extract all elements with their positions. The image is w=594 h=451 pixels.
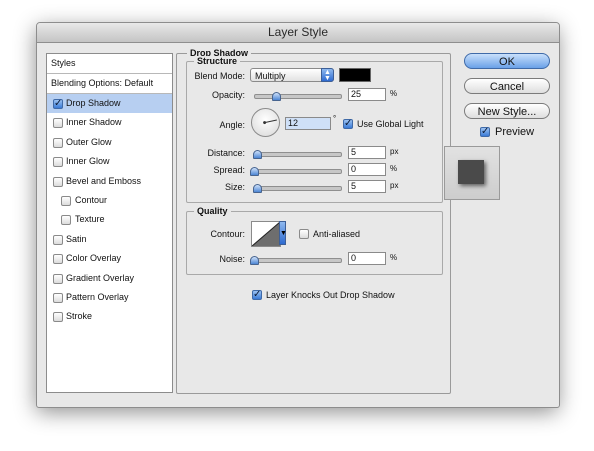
noise-unit: %	[390, 253, 398, 262]
size-unit: px	[390, 181, 399, 190]
style-item-label: Pattern Overlay	[66, 291, 129, 302]
style-item-bevel-and-emboss[interactable]: Bevel and Emboss	[47, 172, 172, 191]
style-item-label: Contour	[75, 194, 108, 205]
blend-mode-value: Multiply	[255, 71, 286, 81]
style-item-label: Satin	[66, 233, 87, 244]
size-label: Size:	[224, 182, 245, 192]
style-item-gradient-overlay[interactable]: Gradient Overlay	[47, 269, 172, 288]
preview-checkbox[interactable]: ✓	[480, 127, 490, 137]
select-arrows-icon: ▲ ▼	[321, 68, 334, 82]
spread-unit: %	[390, 164, 398, 173]
shadow-color-swatch[interactable]	[339, 68, 371, 82]
style-item-color-overlay[interactable]: Color Overlay	[47, 249, 172, 268]
style-item-label: Outer Glow	[66, 136, 112, 147]
spread-slider-thumb[interactable]	[250, 167, 259, 176]
blend-mode-label: Blend Mode:	[194, 71, 245, 81]
style-item-label: Gradient Overlay	[66, 272, 135, 283]
angle-input[interactable]: 12	[285, 117, 331, 130]
knockout-checkbox[interactable]: ✓	[252, 290, 262, 300]
style-item-outer-glow[interactable]: Outer Glow	[47, 133, 172, 152]
style-item-checkbox[interactable]	[53, 292, 63, 303]
style-item-texture[interactable]: Texture	[47, 210, 172, 229]
style-item-checkbox[interactable]: ✓	[53, 99, 63, 109]
opacity-slider-track[interactable]	[254, 94, 342, 99]
style-item-checkbox[interactable]	[53, 118, 63, 129]
style-item-checkbox[interactable]	[53, 137, 63, 148]
noise-input[interactable]: 0	[348, 252, 386, 265]
noise-slider-thumb[interactable]	[250, 256, 259, 265]
style-item-checkbox[interactable]	[61, 215, 71, 226]
anti-aliased-checkbox[interactable]	[299, 229, 309, 239]
spread-label: Spread:	[213, 165, 245, 175]
contour-label: Contour:	[210, 229, 245, 239]
style-item-label: Bevel and Emboss	[66, 175, 142, 186]
opacity-slider-thumb[interactable]	[272, 92, 281, 101]
layer-style-dialog: Layer Style Styles Blending Options: Def…	[36, 22, 560, 408]
spread-slider-track[interactable]	[254, 169, 342, 174]
preview-label: Preview	[495, 126, 535, 138]
contour-picker[interactable]	[251, 221, 281, 247]
blending-options-item[interactable]: Blending Options: Default	[47, 74, 172, 94]
ok-button[interactable]: OK	[464, 53, 550, 69]
style-item-label: Inner Glow	[66, 156, 110, 167]
anti-aliased-label: Anti-aliased	[313, 229, 361, 239]
style-item-drop-shadow[interactable]: ✓ Drop Shadow	[47, 94, 172, 114]
style-item-contour[interactable]: Contour	[47, 191, 172, 210]
quality-group: Quality Contour: ▼ Anti-aliased Noise: 0…	[186, 206, 443, 275]
cancel-button[interactable]: Cancel	[464, 78, 550, 94]
quality-title: Quality	[194, 206, 231, 216]
style-item-checkbox[interactable]	[53, 273, 63, 284]
preview-square	[458, 160, 484, 184]
opacity-input[interactable]: 25	[348, 88, 386, 101]
opacity-label: Opacity:	[211, 90, 245, 100]
opacity-unit: %	[390, 89, 398, 98]
structure-group: Structure Blend Mode: Multiply ▲ ▼ Opacit…	[186, 56, 443, 203]
knockout-label: Layer Knocks Out Drop Shadow	[266, 290, 395, 300]
angle-dial[interactable]	[251, 108, 280, 137]
style-item-inner-glow[interactable]: Inner Glow	[47, 152, 172, 171]
window-title: Layer Style	[37, 23, 559, 43]
style-item-label: Texture	[75, 214, 105, 225]
styles-list: Styles Blending Options: Default ✓ Drop S…	[46, 53, 173, 393]
style-item-checkbox[interactable]	[53, 176, 63, 187]
style-item-checkbox[interactable]	[61, 195, 71, 206]
size-slider-track[interactable]	[254, 186, 342, 191]
noise-label: Noise:	[219, 254, 245, 264]
style-item-label: Stroke	[66, 311, 93, 322]
distance-label: Distance:	[207, 148, 245, 158]
style-item-label: Drop Shadow	[66, 98, 121, 108]
style-item-label: Color Overlay	[66, 253, 122, 264]
style-item-inner-shadow[interactable]: Inner Shadow	[47, 113, 172, 132]
use-global-light-checkbox[interactable]: ✓	[343, 119, 353, 129]
size-slider-thumb[interactable]	[253, 184, 262, 193]
styles-header[interactable]: Styles	[47, 54, 172, 74]
style-item-checkbox[interactable]	[53, 312, 63, 323]
distance-slider-track[interactable]	[254, 152, 342, 157]
linear-contour-icon	[252, 222, 280, 246]
spread-input[interactable]: 0	[348, 163, 386, 176]
angle-unit: °	[333, 114, 337, 123]
style-item-label: Inner Shadow	[66, 117, 122, 128]
use-global-light-label: Use Global Light	[357, 119, 424, 129]
style-item-checkbox[interactable]	[53, 234, 63, 245]
structure-title: Structure	[194, 56, 241, 66]
drop-shadow-panel: Drop Shadow Structure Blend Mode: Multip…	[176, 48, 451, 394]
preview-thumbnail	[444, 146, 500, 200]
angle-label: Angle:	[219, 120, 245, 130]
contour-dropdown-arrow-icon[interactable]: ▼	[279, 221, 287, 245]
style-item-satin[interactable]: Satin	[47, 230, 172, 249]
style-item-checkbox[interactable]	[53, 254, 63, 265]
new-style-button[interactable]: New Style...	[464, 103, 550, 119]
distance-unit: px	[390, 147, 399, 156]
style-item-stroke[interactable]: Stroke	[47, 307, 172, 326]
style-item-checkbox[interactable]	[53, 157, 63, 168]
noise-slider-track[interactable]	[254, 258, 342, 263]
style-item-pattern-overlay[interactable]: Pattern Overlay	[47, 288, 172, 307]
angle-dial-hand	[265, 119, 277, 123]
distance-input[interactable]: 5	[348, 146, 386, 159]
distance-slider-thumb[interactable]	[253, 150, 262, 159]
blend-mode-select[interactable]: Multiply ▲ ▼	[250, 68, 334, 82]
size-input[interactable]: 5	[348, 180, 386, 193]
